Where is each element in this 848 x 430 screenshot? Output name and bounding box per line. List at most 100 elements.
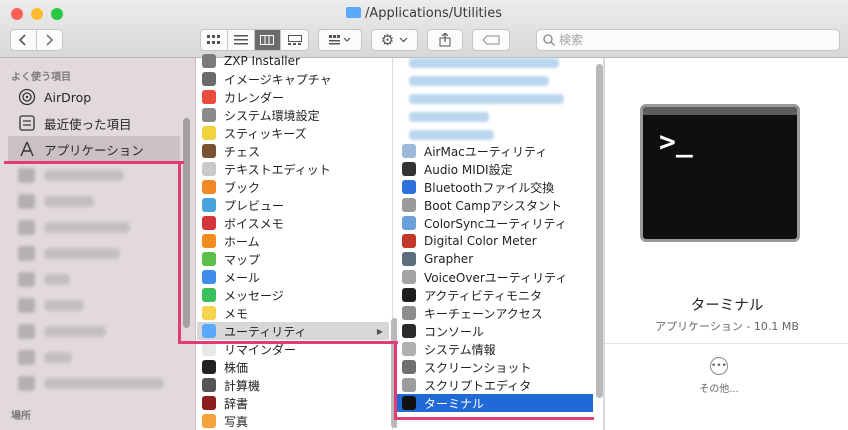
list-item[interactable]: アクティビティモニタ <box>397 286 593 304</box>
list-item[interactable]: ターミナル <box>397 394 593 412</box>
list-item[interactable]: コンソール <box>397 322 593 340</box>
list-item[interactable]: Boot Campアシスタント <box>397 196 593 214</box>
list-item[interactable]: ブック <box>197 178 389 196</box>
blurred-list-item <box>409 76 549 86</box>
search-input[interactable] <box>559 32 829 48</box>
list-item[interactable]: イメージキャプチャ <box>197 70 389 88</box>
list-item[interactable]: マップ <box>197 250 389 268</box>
airdrop-icon <box>18 88 36 106</box>
blurred-sidebar-icon <box>18 194 35 209</box>
annotation-line <box>178 161 181 344</box>
sidebar-item-label: アプリケーション <box>44 142 144 158</box>
list-item[interactable]: 株価 <box>197 358 389 376</box>
preview-pane: >_ ターミナル アプリケーション - 10.1 MB ••• その他... <box>604 58 848 430</box>
icon-view-button[interactable] <box>201 30 228 50</box>
app-icon <box>202 90 216 104</box>
list-item[interactable]: メッセージ <box>197 286 389 304</box>
forward-button[interactable] <box>37 30 62 50</box>
list-item[interactable]: Grapher <box>397 250 593 268</box>
window-title: /Applications/Utilities <box>364 6 503 21</box>
list-item[interactable]: プレビュー <box>197 196 389 214</box>
list-item[interactable]: チェス <box>197 142 389 160</box>
chevron-down-icon <box>399 37 408 43</box>
list-item[interactable]: システム情報 <box>397 340 593 358</box>
list-item-label: スクリーンショット <box>424 360 532 375</box>
list-item-label: ボイスメモ <box>224 216 284 231</box>
more-button[interactable]: ••• <box>710 357 728 375</box>
sidebar-item-applications[interactable]: アプリケーション <box>8 136 180 162</box>
list-item-label: ターミナル <box>424 396 485 411</box>
app-icon <box>402 342 416 356</box>
list-item[interactable]: 辞書 <box>197 394 389 412</box>
blurred-list-item <box>409 130 494 140</box>
sidebar-item-recents[interactable]: 最近使った項目 <box>8 110 180 136</box>
group-button[interactable] <box>318 29 362 51</box>
list-item-label: Audio MIDI設定 <box>424 162 513 177</box>
list-item[interactable]: テキストエディット <box>197 160 389 178</box>
list-item[interactable]: メール <box>197 268 389 286</box>
list-item[interactable]: AirMacユーティリティ <box>397 142 593 160</box>
list-view-icon <box>233 35 248 45</box>
list-item[interactable]: ColorSyncユーティリティ <box>397 214 593 232</box>
list-item[interactable]: 写真 <box>197 412 389 430</box>
list-item[interactable]: スティッキーズ <box>197 124 389 142</box>
utilities-column-scrollbar[interactable] <box>596 64 603 398</box>
list-item[interactable]: Audio MIDI設定 <box>397 160 593 178</box>
list-item[interactable]: スクリプトエディタ <box>397 376 593 394</box>
tags-button[interactable] <box>472 29 510 51</box>
share-button[interactable] <box>427 29 463 51</box>
share-icon <box>439 33 451 47</box>
sidebar: よく使う項目 AirDrop 最近使った項目 アプリケーション 場所 <box>0 58 196 430</box>
app-icon <box>402 234 416 248</box>
sidebar-item-airdrop[interactable]: AirDrop <box>8 84 180 110</box>
back-button[interactable] <box>11 30 37 50</box>
action-button[interactable]: ⚙ <box>371 29 418 51</box>
list-item[interactable]: スクリーンショット <box>397 358 593 376</box>
back-forward-control <box>10 29 63 51</box>
list-item[interactable]: 計算機 <box>197 376 389 394</box>
locations-header: 場所 <box>11 411 31 422</box>
list-item[interactable]: ホーム <box>197 232 389 250</box>
list-item[interactable]: Bluetoothファイル交換 <box>397 178 593 196</box>
sidebar-item-label: 最近使った項目 <box>44 116 132 132</box>
list-item[interactable]: Digital Color Meter <box>397 232 593 250</box>
annotation-line <box>4 161 184 164</box>
list-item-label: 写真 <box>224 414 249 429</box>
app-icon <box>402 396 416 410</box>
list-item[interactable]: ボイスメモ <box>197 214 389 232</box>
list-item-label: 辞書 <box>224 396 249 411</box>
list-item[interactable]: ZXP Installer <box>197 52 389 70</box>
app-icon <box>402 162 416 176</box>
app-icon <box>202 216 216 230</box>
list-item[interactable]: ユーティリティ ▶ <box>197 322 389 340</box>
list-item-label: システム情報 <box>424 342 496 357</box>
sidebar-item-label: AirDrop <box>44 89 92 105</box>
app-icon <box>202 234 216 248</box>
sidebar-scrollbar[interactable] <box>183 118 190 328</box>
more-label[interactable]: その他... <box>605 380 833 395</box>
preview-kind: アプリケーション - 10.1 MB <box>655 320 799 333</box>
list-item-label: システム環境設定 <box>224 108 320 123</box>
list-item[interactable]: メモ <box>197 304 389 322</box>
list-item[interactable]: システム環境設定 <box>197 106 389 124</box>
app-icon <box>402 306 416 320</box>
preview-name: ターミナル <box>690 298 764 314</box>
list-item[interactable]: カレンダー <box>197 88 389 106</box>
app-icon <box>202 288 216 302</box>
recents-icon <box>18 114 36 132</box>
list-item[interactable]: VoiceOverユーティリティ <box>397 268 593 286</box>
blurred-sidebar-item <box>44 352 72 363</box>
list-item-label: カレンダー <box>224 90 285 105</box>
gallery-view-button[interactable] <box>281 30 308 50</box>
list-item-label: Bluetoothファイル交換 <box>424 180 555 195</box>
column-view-button[interactable] <box>254 30 282 50</box>
list-item-label: 計算機 <box>224 378 261 393</box>
list-view-button[interactable] <box>228 30 255 50</box>
search-field[interactable] <box>536 29 840 51</box>
list-item-label: VoiceOverユーティリティ <box>424 270 568 285</box>
window-title-bar: /Applications/Utilities <box>0 6 848 21</box>
annotation-line <box>178 341 398 344</box>
app-icon <box>402 270 416 284</box>
list-item-label: Boot Campアシスタント <box>424 198 562 213</box>
list-item[interactable]: キーチェーンアクセス <box>397 304 593 322</box>
